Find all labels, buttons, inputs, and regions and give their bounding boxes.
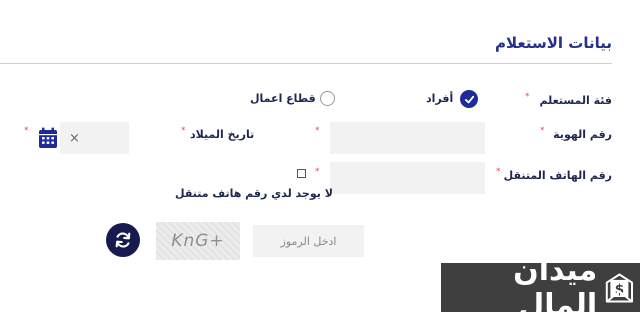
category-required-mark: * [525,92,530,102]
no-mobile-label: لا يوجد لدي رقم هاتف متنقل [175,187,333,200]
captcha-image-text: KnG+ [171,231,225,251]
watermark-text: ميدان المال [513,252,598,312]
watermark: ميدان المال $ [441,253,640,312]
mobile-label: رقم الهاتف المتنقل [503,169,612,182]
calendar-icon [39,127,57,148]
title-divider [0,63,612,64]
radio-business-sector-label[interactable]: قطاع اعمال [250,92,316,105]
radio-individuals-label[interactable]: أفراد [426,92,453,105]
refresh-icon [115,232,131,248]
captcha-placeholder: ادخل الرموز [280,234,337,248]
calendar-button[interactable] [38,127,58,149]
radio-business-sector[interactable] [320,91,335,106]
clear-date-button[interactable]: × [69,131,80,146]
category-label: فئة المستعلم [539,94,612,107]
id-number-required-mark: * [540,126,545,136]
no-mobile-required-mark: * [315,167,320,177]
birth-date-label: تاريخ الميلاد [190,128,255,141]
captcha-image: KnG+ [156,222,240,260]
captcha-input[interactable]: ادخل الرموز [253,225,364,257]
mobile-required-mark: * [496,167,501,177]
id-number-label: رقم الهوية [553,128,612,141]
mobile-input[interactable] [330,162,485,194]
no-mobile-checkbox[interactable] [297,169,306,178]
birth-date-required-mark-2: * [181,126,186,136]
mail-dollar-icon: $ [605,273,634,302]
birth-date-required-mark: * [315,126,320,136]
checkmark-icon [464,95,474,103]
calendar-required-mark: * [24,126,29,136]
id-number-input[interactable] [330,122,485,154]
radio-individuals[interactable] [460,90,478,108]
page-title: بيانات الاستعلام [495,34,612,52]
captcha-refresh-button[interactable] [106,223,140,257]
